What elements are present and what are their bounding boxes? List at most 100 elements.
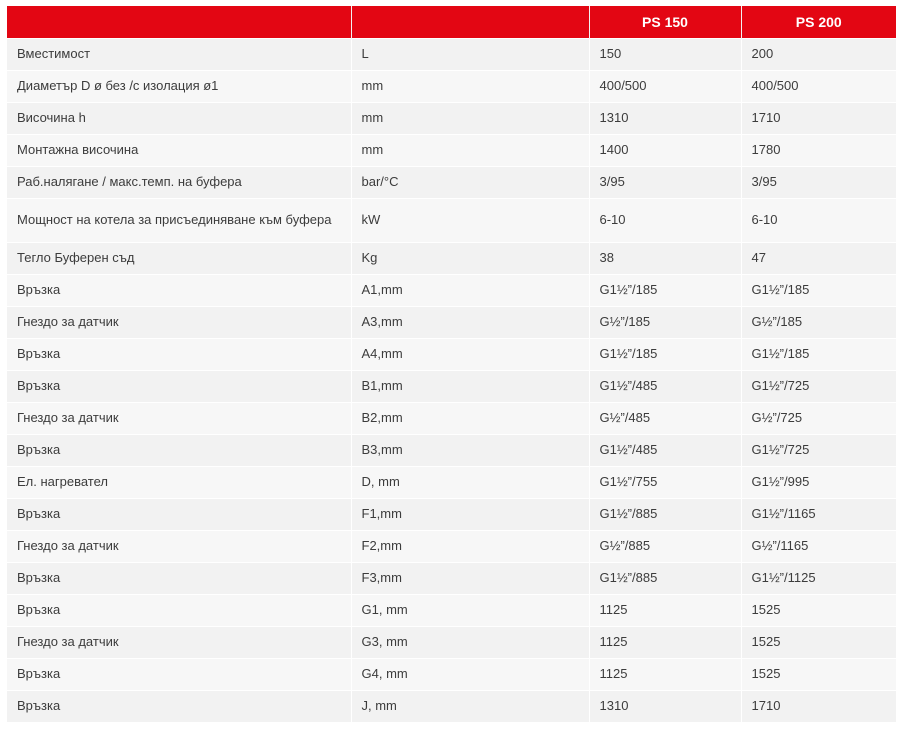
ps150-value-cell: 1400 <box>588 133 741 166</box>
param-cell: Вместимост <box>7 37 351 70</box>
ps200-value-cell: G1½”/1125 <box>740 561 896 594</box>
unit-cell: J, mm <box>350 689 589 722</box>
param-cell: Връзка <box>7 561 351 594</box>
ps200-value-cell: 1710 <box>740 101 896 134</box>
table-row: Монтажна височина mm 1400 1780 <box>7 133 896 166</box>
ps200-value-cell: 3/95 <box>740 165 896 198</box>
unit-cell: B1,mm <box>350 369 589 402</box>
ps200-value-cell: G1½”/995 <box>740 465 896 498</box>
unit-cell: F3,mm <box>350 561 589 594</box>
ps150-value-cell: 38 <box>588 241 741 274</box>
unit-cell: mm <box>350 69 589 102</box>
table-row: Ел. нагревател D, mm G1½”/755 G1½”/995 <box>7 465 896 498</box>
header-unit-cell <box>350 6 589 38</box>
table-row: Вместимост L 150 200 <box>7 37 896 70</box>
table-row: Връзка B1,mm G1½”/485 G1½”/725 <box>7 369 896 402</box>
ps150-value-cell: G½”/485 <box>588 401 741 434</box>
param-cell: Раб.налягане / макс.темп. на буфера <box>7 165 351 198</box>
table-row: Връзка J, mm 1310 1710 <box>7 689 896 722</box>
ps150-value-cell: 1125 <box>588 625 741 658</box>
unit-cell: mm <box>350 101 589 134</box>
param-cell: Височина h <box>7 101 351 134</box>
table-row: Раб.налягане / макс.темп. на буфера bar/°… <box>7 165 896 198</box>
table-row: Гнездо за датчик A3,mm G½”/185 G½”/185 <box>7 305 896 338</box>
unit-cell: L <box>350 37 589 70</box>
ps200-value-cell: 1525 <box>740 625 896 658</box>
unit-cell: G3, mm <box>350 625 589 658</box>
ps150-value-cell: G1½”/485 <box>588 433 741 466</box>
ps150-value-cell: G1½”/185 <box>588 273 741 306</box>
table-row: Връзка A1,mm G1½”/185 G1½”/185 <box>7 273 896 306</box>
table-row: Връзка A4,mm G1½”/185 G1½”/185 <box>7 337 896 370</box>
param-cell: Гнездо за датчик <box>7 401 351 434</box>
unit-cell: A3,mm <box>350 305 589 338</box>
param-cell: Диаметър D ø без /с изолация ø1 <box>7 69 351 102</box>
ps150-value-cell: G1½”/485 <box>588 369 741 402</box>
ps200-value-cell: G1½”/725 <box>740 369 896 402</box>
ps200-value-cell: 400/500 <box>740 69 896 102</box>
ps150-value-cell: 6-10 <box>588 197 741 242</box>
ps200-value-cell: 6-10 <box>740 197 896 242</box>
ps200-value-cell: G1½”/185 <box>740 273 896 306</box>
unit-cell: D, mm <box>350 465 589 498</box>
unit-cell: G4, mm <box>350 657 589 690</box>
ps200-value-cell: G1½”/185 <box>740 337 896 370</box>
unit-cell: A1,mm <box>350 273 589 306</box>
ps200-value-cell: 47 <box>740 241 896 274</box>
unit-cell: B2,mm <box>350 401 589 434</box>
param-cell: Връзка <box>7 337 351 370</box>
table-row: Връзка G4, mm 1125 1525 <box>7 657 896 690</box>
header-param-cell <box>7 6 351 38</box>
ps150-value-cell: 150 <box>588 37 741 70</box>
ps150-value-cell: G½”/885 <box>588 529 741 562</box>
param-cell: Мощност на котела за присъединяване към … <box>7 197 351 242</box>
table-row: Височина h mm 1310 1710 <box>7 101 896 134</box>
ps200-value-cell: G1½”/1165 <box>740 497 896 530</box>
header-row: PS 150 PS 200 <box>7 6 896 38</box>
ps150-value-cell: 400/500 <box>588 69 741 102</box>
param-cell: Ел. нагревател <box>7 465 351 498</box>
ps150-value-cell: G½”/185 <box>588 305 741 338</box>
table-body: Вместимост L 150 200 Диаметър D ø без /с изо… <box>7 37 896 722</box>
header-model-ps200: PS 200 <box>740 6 896 38</box>
ps200-value-cell: G½”/1165 <box>740 529 896 562</box>
param-cell: Връзка <box>7 593 351 626</box>
header-model-ps150: PS 150 <box>588 6 741 38</box>
param-cell: Гнездо за датчик <box>7 305 351 338</box>
param-cell: Връзка <box>7 273 351 306</box>
table-row: Гнездо за датчик G3, mm 1125 1525 <box>7 625 896 658</box>
ps150-value-cell: 1125 <box>588 593 741 626</box>
param-cell: Връзка <box>7 433 351 466</box>
param-cell: Гнездо за датчик <box>7 529 351 562</box>
param-cell: Гнездо за датчик <box>7 625 351 658</box>
ps200-value-cell: G½”/185 <box>740 305 896 338</box>
unit-cell: kW <box>350 197 589 242</box>
ps200-value-cell: 1525 <box>740 657 896 690</box>
param-cell: Връзка <box>7 657 351 690</box>
table-row: Връзка G1, mm 1125 1525 <box>7 593 896 626</box>
param-cell: Връзка <box>7 689 351 722</box>
ps150-value-cell: 1310 <box>588 689 741 722</box>
unit-cell: F1,mm <box>350 497 589 530</box>
ps200-value-cell: 200 <box>740 37 896 70</box>
table-row: Тегло Буферен съд Kg 38 47 <box>7 241 896 274</box>
ps150-value-cell: 3/95 <box>588 165 741 198</box>
unit-cell: bar/°C <box>350 165 589 198</box>
unit-cell: F2,mm <box>350 529 589 562</box>
table-row: Мощност на котела за присъединяване към … <box>7 197 896 242</box>
unit-cell: mm <box>350 133 589 166</box>
ps150-value-cell: G1½”/185 <box>588 337 741 370</box>
table-row: Връзка B3,mm G1½”/485 G1½”/725 <box>7 433 896 466</box>
ps150-value-cell: G1½”/885 <box>588 561 741 594</box>
ps200-value-cell: G½”/725 <box>740 401 896 434</box>
table-row: Диаметър D ø без /с изолация ø1 mm 400/500… <box>7 69 896 102</box>
ps150-value-cell: G1½”/885 <box>588 497 741 530</box>
spec-table: PS 150 PS 200 Вместимост L 150 200 Диаметър … <box>7 6 896 722</box>
ps200-value-cell: 1780 <box>740 133 896 166</box>
unit-cell: B3,mm <box>350 433 589 466</box>
ps200-value-cell: G1½”/725 <box>740 433 896 466</box>
ps150-value-cell: 1125 <box>588 657 741 690</box>
table-row: Връзка F3,mm G1½”/885 G1½”/1125 <box>7 561 896 594</box>
unit-cell: Kg <box>350 241 589 274</box>
param-cell: Връзка <box>7 497 351 530</box>
